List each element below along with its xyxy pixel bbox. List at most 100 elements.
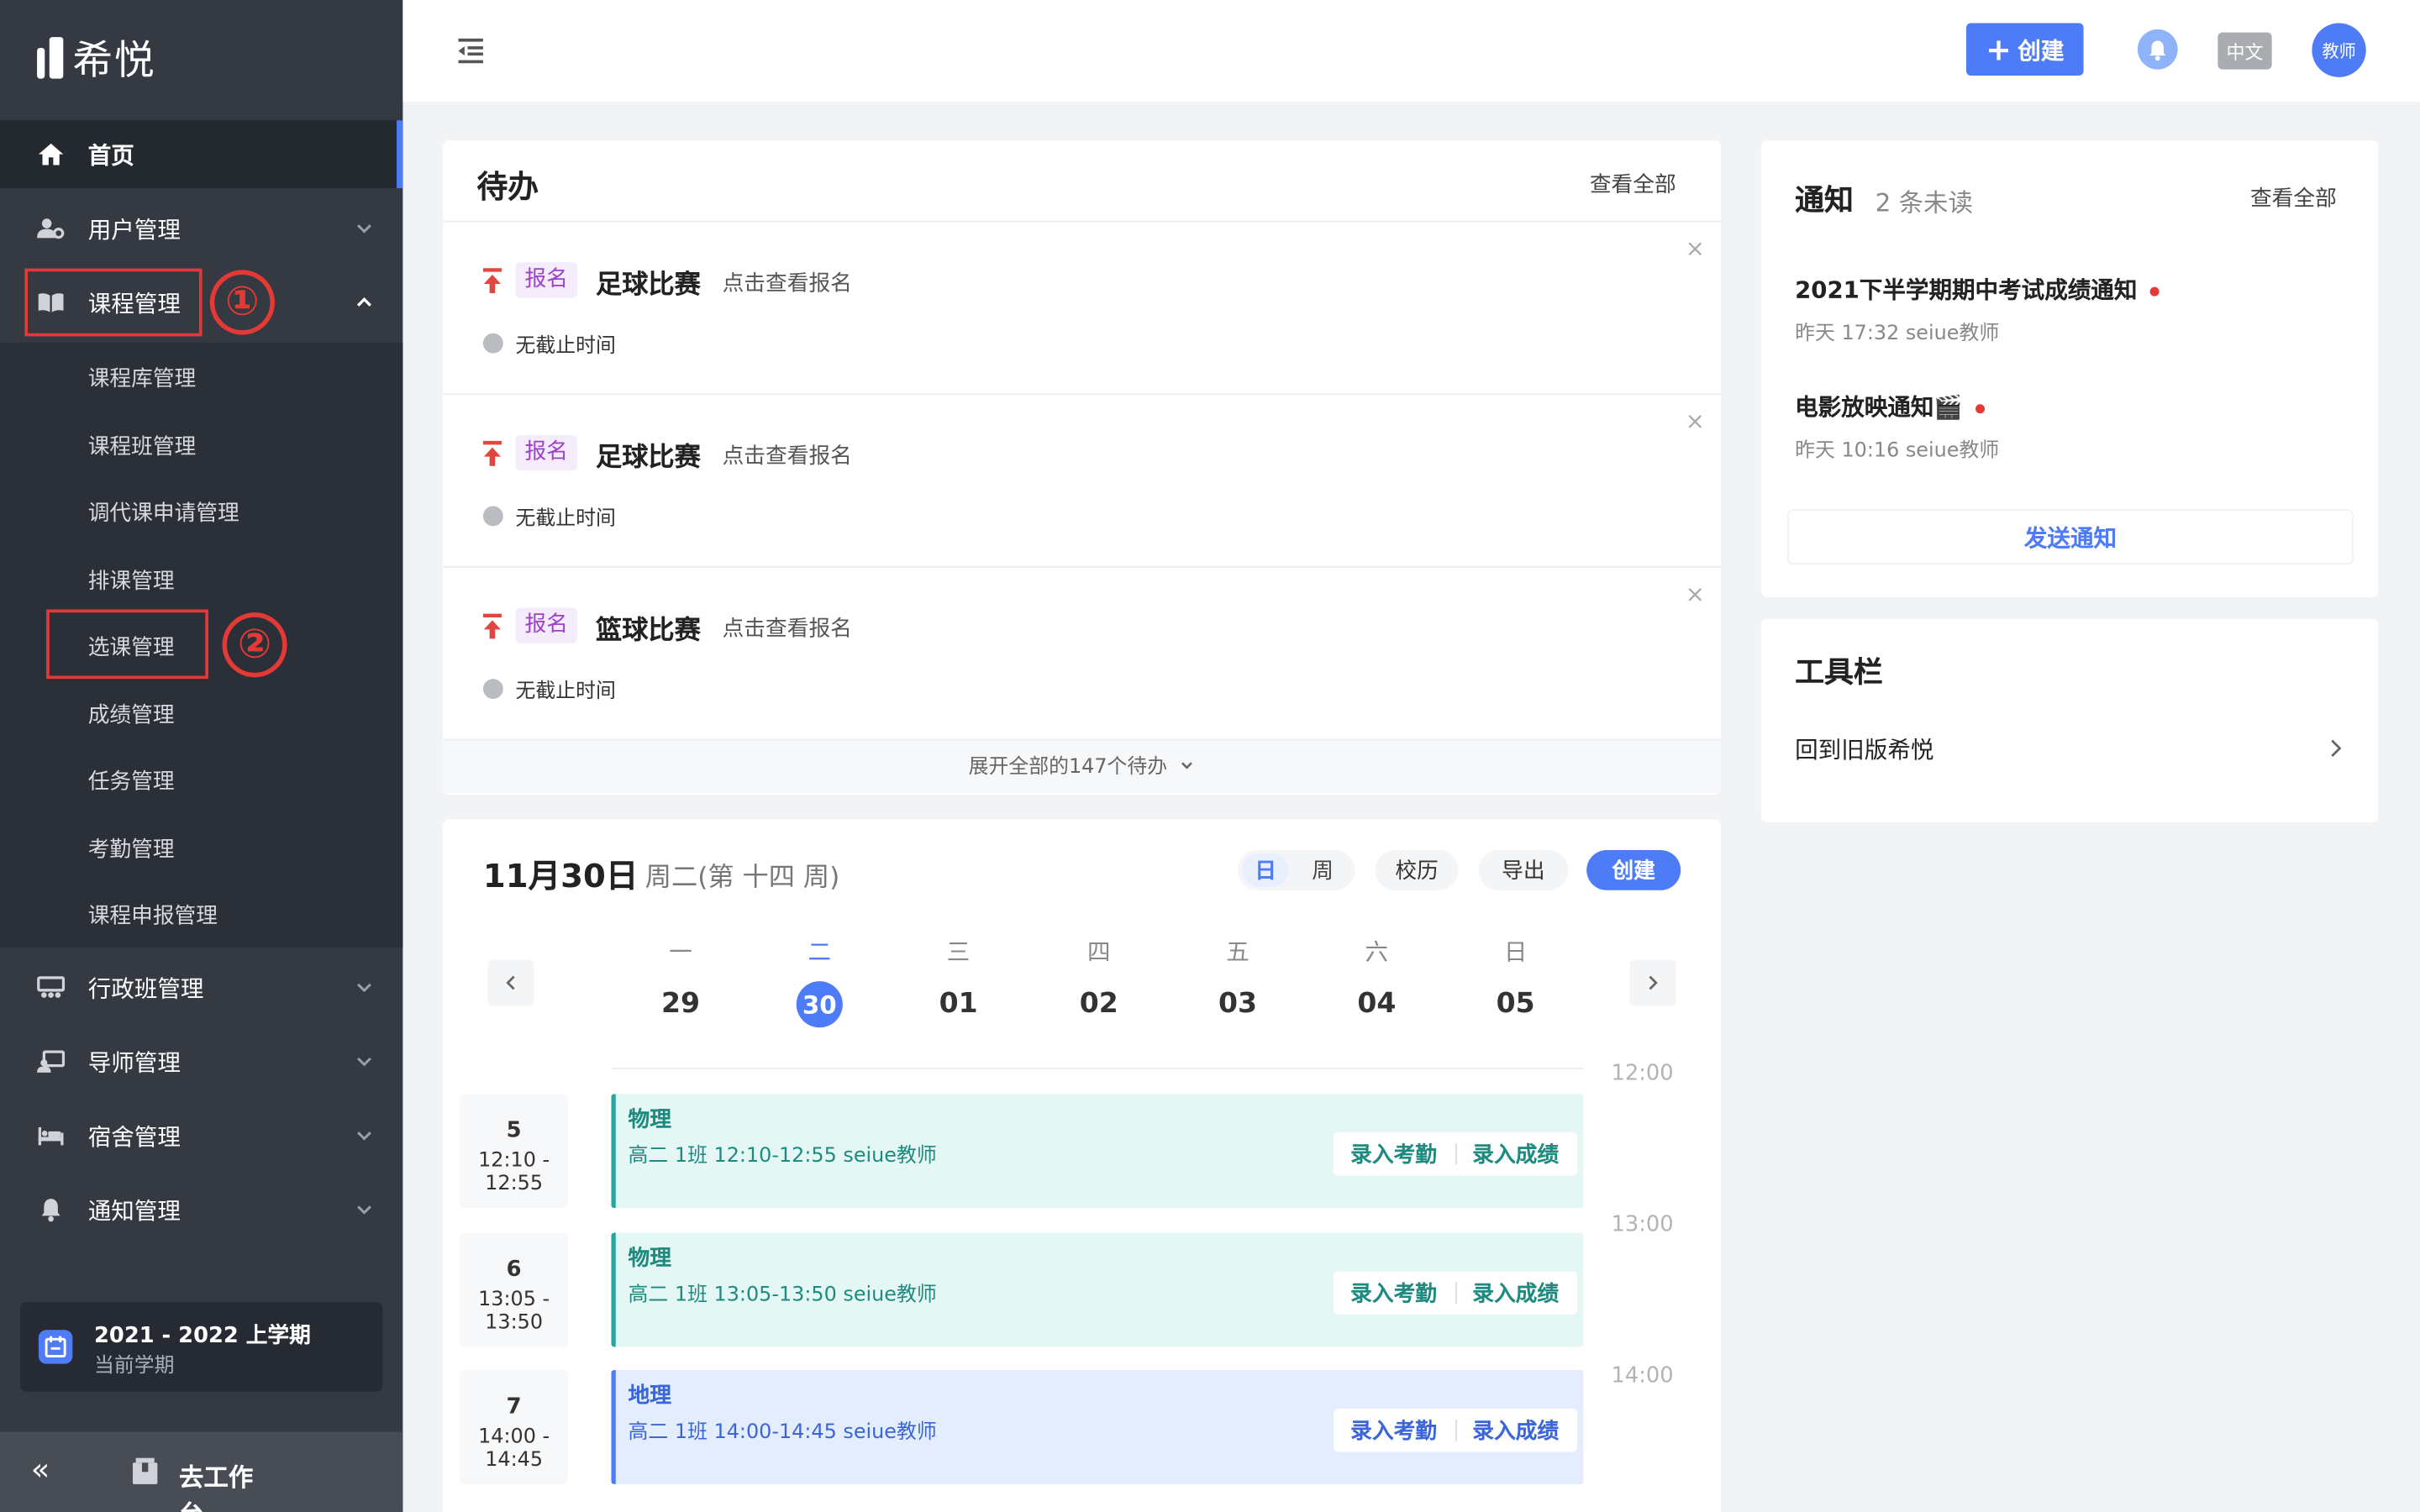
sidebar-item-label: 通知管理	[87, 1196, 181, 1225]
user-settings-icon	[37, 214, 65, 242]
view-week-tab[interactable]: 周	[1300, 853, 1346, 887]
sidebar-item-home[interactable]: 首页	[0, 120, 403, 189]
record-attendance-button[interactable]: 录入考勤	[1350, 1278, 1437, 1309]
day-number[interactable]: 04	[1346, 988, 1407, 1021]
sidebar-item-label: 用户管理	[87, 215, 181, 244]
sidebar-item-notices[interactable]: 通知管理	[0, 1173, 402, 1247]
submenu-item-course-class[interactable]: 课程班管理	[88, 430, 197, 461]
create-button[interactable]: + 创建	[1965, 23, 2084, 76]
lesson-subject: 地理	[628, 1383, 671, 1409]
todo-item-title: 足球比赛	[595, 270, 701, 302]
period-cell: 7 14:00 - 14:45	[460, 1370, 568, 1484]
day-number[interactable]: 05	[1485, 988, 1546, 1021]
term-selector[interactable]: 2021 - 2022 上学期 当前学期	[19, 1302, 383, 1392]
day-number[interactable]: 29	[650, 988, 711, 1021]
avatar[interactable]: 教师	[2312, 23, 2366, 77]
day-number-selected[interactable]: 30	[796, 981, 843, 1028]
lesson-block[interactable]: 物理 高二 1班 13:05-13:50 seiue教师 录入考勤 录入成绩	[611, 1232, 1584, 1347]
view-day-tab[interactable]: 日	[1242, 853, 1289, 888]
record-grades-button[interactable]: 录入成绩	[1472, 1278, 1559, 1309]
lesson-detail: 高二 1班 13:05-13:50 seiue教师	[628, 1284, 937, 1307]
day-number[interactable]: 01	[928, 988, 989, 1021]
notice-item[interactable]: 2021下半学期期中考试成绩通知 昨天 17:32 seiue教师	[1761, 264, 2379, 350]
todo-item[interactable]: 报名 篮球比赛 点击查看报名 无截止时间 ×	[443, 566, 1721, 739]
unread-count: 2 条未读	[1875, 188, 1973, 218]
chevron-down-icon	[1181, 762, 1193, 769]
record-attendance-button[interactable]: 录入考勤	[1350, 1139, 1437, 1170]
lesson-block[interactable]: 地理 高二 1班 14:00-14:45 seiue教师 录入考勤 录入成绩	[611, 1370, 1584, 1484]
sidebar-item-dorm[interactable]: 宿舍管理	[0, 1099, 402, 1173]
language-toggle[interactable]: 中文	[2217, 32, 2272, 70]
period-cell: 5 12:10 - 12:55	[460, 1094, 568, 1209]
class-icon	[37, 974, 66, 1001]
sidebar-item-mentor[interactable]: 导师管理	[0, 1025, 402, 1099]
calendar-date: 11月30日	[482, 858, 639, 895]
record-grades-button[interactable]: 录入成绩	[1472, 1139, 1559, 1170]
sidebar-item-admin-class[interactable]: 行政班管理	[0, 950, 402, 1024]
go-workbench-button[interactable]: 去工作台	[129, 1453, 268, 1512]
close-icon[interactable]: ×	[1686, 234, 1705, 262]
collapse-sidebar-button[interactable]: «	[31, 1451, 50, 1488]
priority-up-icon	[482, 613, 502, 639]
mentor-icon	[37, 1047, 66, 1075]
send-notice-button[interactable]: 发送通知	[1788, 510, 2353, 564]
calendar-card: 11月30日 周二(第 十四 周) 日 周 校历 导出 创建 一 29 二 30…	[443, 819, 1721, 1512]
lesson-block[interactable]: 物理 高二 1班 12:10-12:55 seiue教师 录入考勤 录入成绩	[611, 1094, 1584, 1209]
export-button[interactable]: 导出	[1478, 850, 1569, 890]
brand-logo[interactable]: 希悦	[37, 31, 156, 85]
view-toggle: 日 周	[1238, 850, 1355, 890]
notice-item[interactable]: 电影放映通知🎬 昨天 10:16 seiue教师	[1761, 381, 2379, 468]
submenu-item-attendance[interactable]: 考勤管理	[88, 833, 175, 864]
workbench-label: 去工作台	[179, 1462, 254, 1512]
notice-item-title-text: 2021下半学期期中考试成绩通知	[1795, 276, 2138, 304]
sidebar-item-label: 行政班管理	[87, 974, 204, 1002]
sidebar-item-users[interactable]: 用户管理	[0, 192, 402, 265]
week-strip: 一 29 二 30 三 01 四 02 五 03 六 04 日 05	[443, 922, 1721, 1069]
annotation-marker-2: ②	[222, 612, 287, 678]
period-time: 12:10 - 12:55	[478, 1149, 550, 1196]
close-icon[interactable]: ×	[1686, 580, 1705, 608]
todo-deadline: 无截止时间	[515, 334, 616, 359]
submenu-item-grades[interactable]: 成绩管理	[88, 699, 175, 730]
notice-title: 通知	[1795, 183, 1854, 218]
chevron-left-icon	[506, 975, 515, 990]
expand-todos-label: 展开全部的147个待办	[968, 755, 1168, 780]
submenu-item-tasks[interactable]: 任务管理	[88, 765, 175, 796]
day-name: 六	[1365, 937, 1389, 966]
brand-name: 希悦	[72, 37, 156, 85]
school-calendar-button[interactable]: 校历	[1375, 850, 1459, 890]
expand-todos-button[interactable]: 展开全部的147个待办	[443, 738, 1721, 794]
day-number[interactable]: 03	[1207, 988, 1268, 1021]
lesson-subject: 物理	[628, 1107, 671, 1133]
sidebar: 希悦 首页 用户管理 课程管理 ① 课程库管理 课程班管理 调代课申请管理 排课…	[0, 0, 403, 1512]
chevron-down-icon	[357, 224, 371, 234]
close-icon[interactable]: ×	[1686, 407, 1705, 435]
chevron-down-icon	[357, 1057, 371, 1067]
todo-item[interactable]: 报名 足球比赛 点击查看报名 无截止时间 ×	[443, 220, 1721, 394]
submenu-item-course-declaration[interactable]: 课程申报管理	[88, 900, 218, 931]
notice-item-meta: 昨天 17:32 seiue教师	[1795, 322, 2000, 346]
prev-week-button[interactable]	[487, 959, 534, 1006]
record-attendance-button[interactable]: 录入考勤	[1350, 1415, 1437, 1446]
record-grades-button[interactable]: 录入成绩	[1472, 1415, 1559, 1446]
toolbar-item-label: 回到旧版希悦	[1795, 736, 1934, 764]
submenu-item-course-library[interactable]: 课程库管理	[88, 363, 197, 394]
unread-dot	[1975, 403, 1985, 413]
submenu-item-substitution[interactable]: 调代课申请管理	[88, 496, 239, 528]
day-name-selected: 二	[808, 937, 832, 966]
menu-collapse-icon[interactable]	[455, 37, 487, 71]
plus-icon: +	[1986, 30, 2012, 68]
lesson-actions: 录入考勤 录入成绩	[1333, 1132, 1578, 1176]
back-to-old-version-link[interactable]: 回到旧版希悦	[1761, 721, 2379, 776]
day-number[interactable]: 02	[1068, 988, 1129, 1021]
submenu-item-scheduling[interactable]: 排课管理	[88, 564, 175, 596]
notification-bell-icon[interactable]	[2137, 29, 2178, 70]
divider	[1455, 1419, 1457, 1441]
todo-item[interactable]: 报名 足球比赛 点击查看报名 无截止时间 ×	[443, 393, 1721, 566]
todo-tag: 报名	[515, 607, 577, 643]
next-week-button[interactable]	[1629, 959, 1676, 1006]
notice-view-all-link[interactable]: 查看全部	[2250, 182, 2337, 213]
calendar-create-button[interactable]: 创建	[1586, 850, 1681, 890]
toolbar-title: 工具栏	[1795, 655, 1883, 690]
todo-view-all-link[interactable]: 查看全部	[1590, 168, 1676, 199]
